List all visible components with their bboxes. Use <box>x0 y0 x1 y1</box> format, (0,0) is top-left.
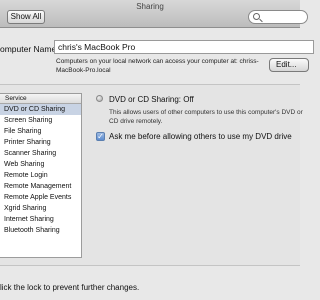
service-item-bluetooth-sharing[interactable]: Bluetooth Sharing <box>0 225 81 236</box>
service-item-printer-sharing[interactable]: Printer Sharing <box>0 137 81 148</box>
service-item-file-sharing[interactable]: File Sharing <box>0 126 81 137</box>
service-description: This allows users of other computers to … <box>109 109 303 125</box>
service-item-remote-apple-events[interactable]: Remote Apple Events <box>0 192 81 203</box>
computer-name-label: omputer Name: <box>0 44 59 54</box>
service-item-internet-sharing[interactable]: Internet Sharing <box>0 214 81 225</box>
service-status: DVD or CD Sharing: Off <box>109 95 194 104</box>
ask-before-sharing-label[interactable]: Ask me before allowing others to use my … <box>109 132 292 141</box>
service-item-remote-login[interactable]: Remote Login <box>0 170 81 181</box>
service-item-dvd-cd-sharing[interactable]: DVD or CD Sharing <box>0 104 81 115</box>
computer-address-info: Computers on your local network can acce… <box>56 58 259 74</box>
status-indicator-icon <box>96 95 103 102</box>
service-item-web-sharing[interactable]: Web Sharing <box>0 159 81 170</box>
ask-before-sharing-checkbox[interactable]: ✓ <box>96 132 105 141</box>
search-icon <box>253 13 260 20</box>
service-list: Service DVD or CD Sharing Screen Sharing… <box>0 93 82 258</box>
toolbar: Sharing Show All <box>0 0 308 28</box>
lock-message: lick the lock to prevent further changes… <box>0 283 140 292</box>
show-all-button[interactable]: Show All <box>7 10 45 24</box>
service-item-screen-sharing[interactable]: Screen Sharing <box>0 115 81 126</box>
edit-button[interactable]: Edit... <box>269 58 309 72</box>
service-column-header: Service <box>0 94 81 104</box>
service-item-xgrid-sharing[interactable]: Xgrid Sharing <box>0 203 81 214</box>
computer-name-field[interactable]: chris's MacBook Pro <box>54 40 314 54</box>
service-item-scanner-sharing[interactable]: Scanner Sharing <box>0 148 81 159</box>
service-item-remote-management[interactable]: Remote Management <box>0 181 81 192</box>
search-field[interactable] <box>248 10 308 24</box>
